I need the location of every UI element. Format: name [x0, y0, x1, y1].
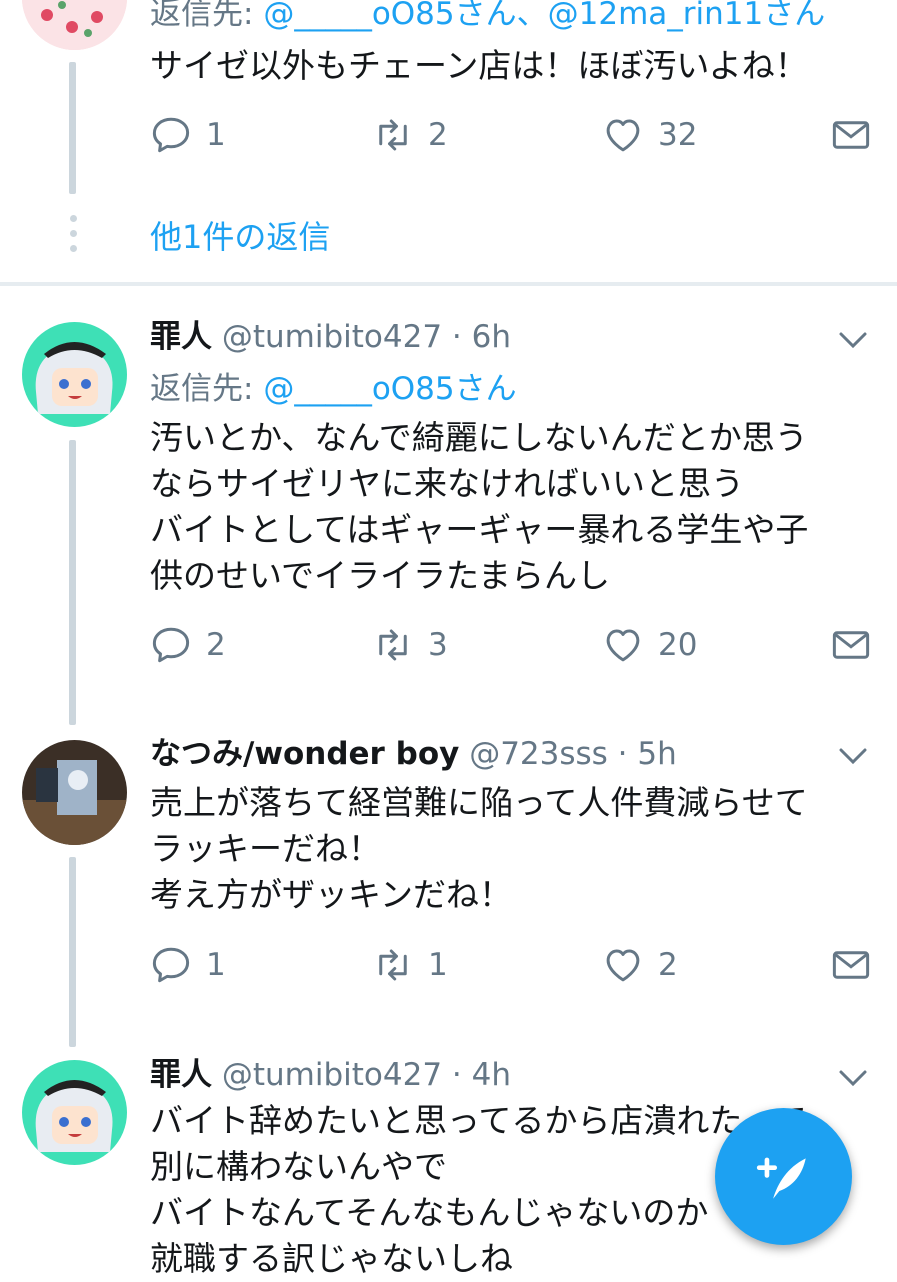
like-button[interactable]: 2 [602, 940, 678, 990]
reply-to-link[interactable]: @_____oO85さん、@12ma_rin11さん [263, 0, 825, 32]
display-name[interactable]: 罪人 [150, 319, 212, 355]
reply-to-prefix: 返信先: [150, 0, 264, 32]
retweet-button[interactable]: 3 [372, 620, 448, 670]
handle-time: @723sss · 5h [469, 736, 677, 772]
tweet-header: なつみ/wonder boy @723sss · 5h [150, 735, 677, 773]
tweet-header: 罪人 @tumibito427 · 6h [150, 318, 511, 356]
dm-icon [832, 631, 870, 659]
reply-count: 2 [206, 627, 226, 663]
like-icon [606, 629, 640, 662]
dm-button[interactable] [830, 620, 886, 670]
like-count: 20 [658, 627, 698, 663]
avatar[interactable] [22, 1060, 127, 1165]
retweet-count: 3 [428, 627, 448, 663]
like-icon [606, 119, 640, 152]
reply-button[interactable]: 2 [150, 620, 226, 670]
handle-time: @tumibito427 · 6h [221, 319, 511, 355]
thread-line [69, 440, 76, 725]
reply-to-prefix: 返信先: [150, 371, 264, 407]
retweet-icon [379, 629, 407, 661]
tweet-actions: 2 3 20 [150, 620, 875, 670]
more-replies-link[interactable]: 他1件の返信 [150, 215, 330, 259]
reply-count: 1 [206, 117, 226, 153]
display-name[interactable]: なつみ/wonder boy [150, 736, 459, 772]
divider [0, 282, 897, 286]
tweet-text: 売上が落ちて経営難に陥って人件費減らせて ラッキーだね！ 考え方がザッキンだね！ [150, 783, 808, 914]
like-button[interactable]: 20 [602, 620, 697, 670]
tweet-text: 汚いとか、なんで綺麗にしないんだとか思う ならサイゼリヤに来なければいいと思う … [150, 418, 809, 595]
like-button[interactable]: 32 [602, 110, 697, 160]
reply-to: 返信先: @_____oO85さん、@12ma_rin11さん [150, 0, 825, 33]
compose-tweet-button[interactable] [715, 1108, 852, 1245]
retweet-count: 1 [428, 947, 448, 983]
retweet-icon [379, 949, 407, 981]
dm-button[interactable] [830, 940, 886, 990]
like-count: 2 [658, 947, 678, 983]
retweet-button[interactable]: 2 [372, 110, 448, 160]
reply-to-link[interactable]: @_____oO85さん [263, 371, 516, 407]
like-count: 32 [658, 117, 698, 153]
like-icon [606, 949, 640, 982]
thread-line [69, 857, 76, 1047]
handle-time: @tumibito427 · 4h [221, 1057, 511, 1093]
compose-tweet-icon [756, 1157, 806, 1199]
reply-count: 1 [206, 947, 226, 983]
reply-icon [152, 117, 190, 153]
tweet-header: 罪人 @tumibito427 · 4h [150, 1056, 511, 1094]
reply-button[interactable]: 1 [150, 940, 226, 990]
reply-button[interactable]: 1 [150, 110, 226, 160]
tweet-text: サイゼ以外もチェーン店は！ほぼ汚いよね！ [150, 46, 808, 85]
reply-icon [152, 627, 190, 663]
retweet-button[interactable]: 1 [372, 940, 448, 990]
reply-icon [152, 947, 190, 983]
chevron-down-icon[interactable] [835, 738, 871, 774]
dm-button[interactable] [830, 110, 886, 160]
tweet-actions: 1 1 2 [150, 940, 875, 990]
tweet-actions: 1 2 32 [150, 110, 875, 160]
avatar[interactable] [22, 740, 127, 845]
display-name[interactable]: 罪人 [150, 1057, 212, 1093]
chevron-down-icon[interactable] [835, 322, 871, 358]
thread-line [69, 62, 76, 194]
chevron-down-icon[interactable] [835, 1060, 871, 1096]
reply-to: 返信先: @_____oO85さん [150, 370, 517, 408]
avatar[interactable] [22, 322, 127, 427]
dm-icon [832, 951, 870, 979]
dm-icon [832, 121, 870, 149]
retweet-icon [379, 119, 407, 151]
retweet-count: 2 [428, 117, 448, 153]
thread-dots [70, 215, 77, 260]
avatar[interactable] [22, 0, 127, 50]
